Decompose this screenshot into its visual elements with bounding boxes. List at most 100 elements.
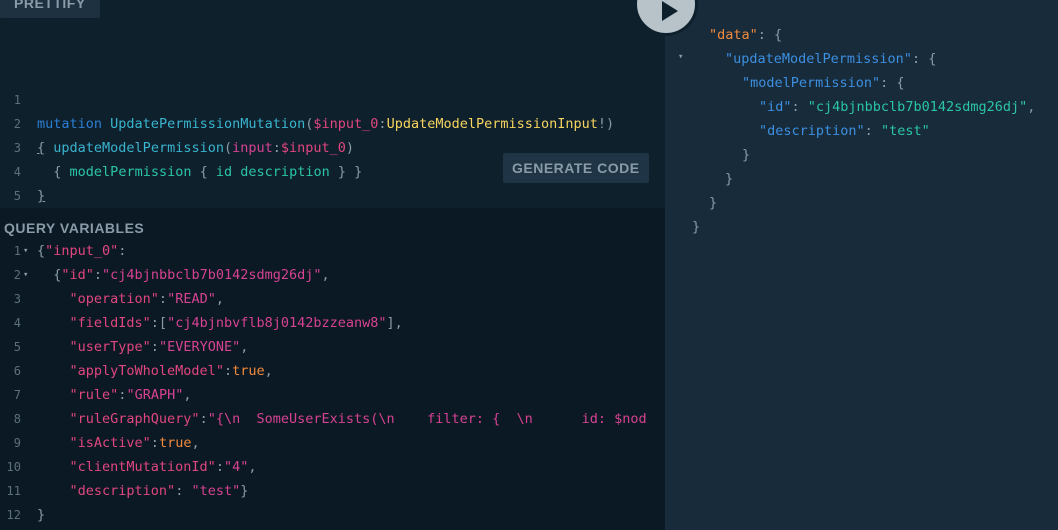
result-line: "data": { [709, 23, 782, 47]
punct: : [272, 140, 281, 156]
line-number: 9 [13, 436, 21, 450]
play-icon [662, 1, 678, 21]
result-line: } [709, 191, 717, 215]
punct: : [378, 116, 387, 132]
json-key: "updateModelPermission" [725, 51, 912, 67]
variables-text: "userType":"EVERYONE", [37, 335, 249, 359]
field-name: modelPermission [69, 164, 192, 180]
punct: : [150, 339, 159, 355]
json-key: "id" [759, 99, 792, 115]
line-number: 8 [13, 412, 21, 426]
query-line-3[interactable]: 3 { modelPermission { id description } } [0, 112, 363, 180]
query-line-2[interactable]: 2 { updateModelPermission(input:$input_0… [0, 88, 354, 156]
json-key: "userType" [69, 339, 151, 355]
fold-arrow-icon[interactable]: ▾ [23, 239, 33, 263]
punct: : [199, 411, 208, 427]
variable: $input_0 [313, 116, 379, 132]
punct [37, 339, 70, 355]
punct: { [37, 243, 46, 259]
query-editor[interactable]: PRETTIFY 1 mutation UpdatePermissionMuta… [0, 0, 665, 227]
punct [37, 387, 70, 403]
line-number: 10 [6, 460, 21, 474]
punct: ], [386, 315, 403, 331]
field-name: description [240, 164, 330, 180]
punct: , [183, 387, 192, 403]
json-value: "GRAPH" [126, 387, 184, 403]
json-value: "READ" [167, 291, 216, 307]
fold-arrow-icon[interactable]: ▾ [678, 52, 683, 62]
argument-name: input [232, 140, 273, 156]
punct: } [709, 195, 718, 211]
variables-text: "isActive":true, [37, 431, 200, 455]
punct: : [93, 267, 103, 283]
query-line-5[interactable]: 5 [0, 160, 49, 203]
result-line: } [742, 143, 750, 167]
fold-arrow-icon[interactable]: ▾ [23, 263, 33, 287]
punct [37, 291, 70, 307]
punct: } [725, 171, 734, 187]
query-line-4[interactable]: 4 } [0, 136, 49, 204]
punct: !) [597, 116, 615, 132]
punct: , [248, 459, 257, 475]
punct: { [199, 164, 208, 180]
generate-code-button[interactable]: GENERATE CODE [503, 153, 649, 183]
result-panel[interactable]: { "data": { ▾ "updateModelPermission": {… [665, 0, 1058, 530]
query-line-1[interactable]: 1 mutation UpdatePermissionMutation($inp… [0, 64, 614, 132]
line-number: 5 [13, 340, 21, 354]
json-value: "cj4bjnbbclb7b0142sdmg26dj" [102, 267, 322, 283]
result-line: "id": "cj4bjnbbclb7b0142sdmg26dj", [759, 95, 1035, 119]
punct: { [53, 164, 62, 180]
punct: } [240, 483, 249, 499]
variables-text: "applyToWholeModel":true, [37, 359, 273, 383]
punct: } [692, 219, 701, 235]
punct: , [321, 267, 330, 283]
query-variables-panel[interactable]: QUERY VARIABLES 1 ▾ {"input_0": 2 ▾ {"id":"c… [0, 208, 665, 530]
json-key: "ruleGraphQuery" [69, 411, 200, 427]
punct: : { [880, 75, 905, 91]
punct: } [37, 507, 46, 523]
json-key: "id" [61, 267, 94, 283]
query-variables-title[interactable]: QUERY VARIABLES [4, 220, 144, 236]
punct [37, 363, 70, 379]
json-value: "test" [191, 483, 241, 499]
json-key: "input_0" [45, 243, 119, 259]
punct: : { [757, 27, 783, 43]
json-key: "fieldIds" [69, 315, 151, 331]
punct: { [37, 267, 62, 283]
variables-text: "clientMutationId":"4", [37, 455, 257, 479]
result-line: } [725, 167, 733, 191]
json-value: "test" [880, 123, 930, 139]
punct: } [354, 164, 363, 180]
punct: } [337, 164, 346, 180]
line-number: 4 [13, 316, 21, 330]
json-key: "rule" [69, 387, 119, 403]
prettify-button[interactable]: PRETTIFY [0, 0, 100, 18]
json-key: "operation" [69, 291, 159, 307]
punct: , [264, 363, 273, 379]
type-name: UpdateModelPermissionInput [386, 116, 598, 132]
json-value: "{\n SomeUserExists(\n filter: { \n id: … [207, 411, 647, 427]
punct [37, 411, 70, 427]
line-number: 6 [13, 364, 21, 378]
punct: :[ [150, 315, 168, 331]
json-key: "data" [709, 27, 758, 43]
result-line: "description": "test" [759, 119, 930, 143]
query-line-6[interactable]: 6 [0, 184, 49, 227]
json-key: "isActive" [69, 435, 151, 451]
line-number: 3 [13, 292, 21, 306]
json-key: "description" [69, 483, 176, 499]
punct: : { [911, 51, 937, 67]
json-key: "applyToWholeModel" [69, 363, 224, 379]
result-line: "updateModelPermission": { [725, 47, 936, 71]
variables-text: "operation":"READ", [37, 287, 224, 311]
punct [37, 483, 70, 499]
punct: : [791, 99, 808, 115]
json-value: true [232, 363, 265, 379]
punct: , [240, 339, 249, 355]
variables-text: "ruleGraphQuery":"{\n SomeUserExists(\n … [37, 407, 647, 431]
line-number: 12 [6, 508, 21, 522]
punct: : [175, 483, 192, 499]
punct: : [118, 243, 127, 259]
punct: ( [223, 140, 233, 156]
punct [37, 315, 70, 331]
